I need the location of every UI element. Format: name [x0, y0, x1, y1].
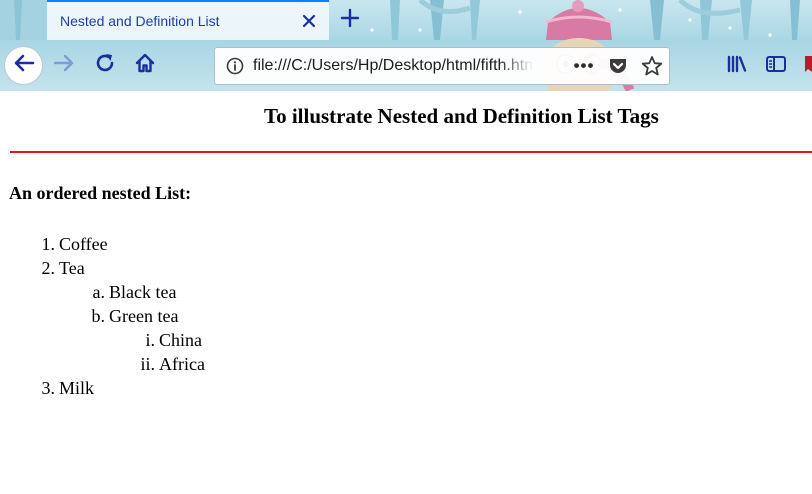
- list-item-text: Tea: [59, 258, 85, 278]
- list-marker: i.: [145, 330, 155, 350]
- extension-icon: [802, 53, 812, 80]
- list-marker: 1.: [41, 234, 56, 254]
- nested-list-item: b. Green tea: [0, 304, 300, 328]
- close-icon[interactable]: [295, 7, 323, 35]
- plus-icon: [340, 8, 360, 33]
- address-bar[interactable]: file:///C:/Users/Hp/Desktop/html/fifth.h…: [214, 47, 670, 85]
- arrow-left-icon: [13, 53, 35, 78]
- library-icon: [726, 54, 748, 79]
- page-actions-label: •••: [573, 56, 595, 75]
- back-button[interactable]: [4, 46, 43, 85]
- horizontal-rule: [10, 151, 812, 153]
- page-title: To illustrate Nested and Definition List…: [264, 104, 659, 128]
- url-text[interactable]: file:///C:/Users/Hp/Desktop/html/fifth.h…: [253, 57, 533, 75]
- list-marker: b.: [91, 306, 106, 326]
- pocket-icon[interactable]: [601, 51, 635, 81]
- list-item-text: China: [159, 330, 202, 350]
- reload-icon: [94, 52, 116, 79]
- list-item: 1. Coffee: [0, 232, 300, 256]
- new-tab-button[interactable]: [334, 4, 366, 36]
- list-marker: 3.: [41, 378, 56, 398]
- library-button[interactable]: [721, 50, 753, 82]
- info-icon[interactable]: [217, 57, 253, 75]
- extension-button[interactable]: [802, 50, 812, 82]
- tab-title: Nested and Definition List: [60, 13, 220, 29]
- list-item-text: Coffee: [59, 234, 108, 254]
- ellipsis-icon[interactable]: •••: [567, 51, 601, 81]
- page-content: To illustrate Nested and Definition List…: [0, 91, 812, 494]
- sidebar-icon: [765, 54, 787, 79]
- navigation-toolbar: file:///C:/Users/Hp/Desktop/html/fifth.h…: [0, 40, 812, 91]
- reload-button[interactable]: [89, 49, 121, 81]
- list-item: 3. Milk: [0, 376, 300, 400]
- nested-list-item: a. Black tea: [0, 280, 300, 304]
- arrow-right-icon: [53, 53, 75, 78]
- nested-list-item: ii. Africa: [0, 352, 300, 376]
- browser-chrome: Nested and Definition List file:///C:/Us…: [0, 0, 812, 91]
- list-marker: 2.: [41, 258, 56, 278]
- forward-button[interactable]: [48, 49, 80, 81]
- home-button[interactable]: [129, 49, 161, 81]
- list-item-text: Black tea: [109, 282, 177, 302]
- list-item: 2. Tea: [0, 256, 300, 280]
- list-marker: ii.: [140, 354, 155, 374]
- home-icon: [134, 52, 156, 79]
- tab-active[interactable]: Nested and Definition List: [47, 0, 329, 40]
- star-icon[interactable]: [635, 51, 669, 81]
- list-heading: An ordered nested List:: [9, 183, 192, 203]
- list-item-text: Green tea: [109, 306, 179, 326]
- page-action-buttons: •••: [567, 51, 669, 81]
- list-item-text: Africa: [159, 354, 205, 374]
- nested-list-item: i. China: [0, 328, 300, 352]
- list-item-text: Milk: [59, 378, 95, 398]
- tab-strip: Nested and Definition List: [0, 0, 812, 40]
- list-marker: a.: [92, 282, 106, 302]
- sidebar-button[interactable]: [760, 50, 792, 82]
